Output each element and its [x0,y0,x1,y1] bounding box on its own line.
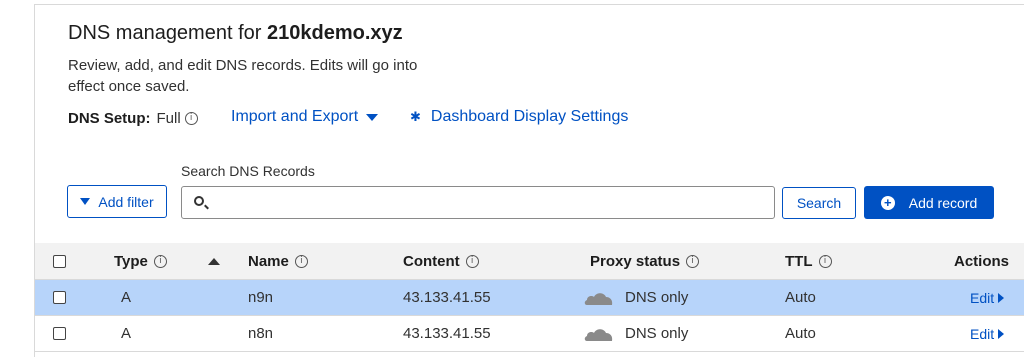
cloud-icon [584,292,613,305]
plus-circle-icon: + [880,195,895,210]
column-header-ttl[interactable]: TTL i [785,243,832,279]
record-name: n9n [248,289,274,306]
row-checkbox[interactable] [53,316,66,351]
info-icon[interactable]: i [184,111,198,125]
search-label: Search DNS Records [181,163,315,179]
column-header-type[interactable]: Type i [114,243,167,279]
record-ttl: Auto [785,289,816,306]
table-header-row: Type i Name i Content i Proxy status i TTL i … [35,243,1024,280]
record-name: n8n [248,325,274,342]
dns-setup-label: DNS Setup: [68,109,151,127]
column-header-actions: Actions [953,252,1009,270]
add-record-label: Add record [908,194,978,211]
column-header-content[interactable]: Content i [403,243,479,279]
page-description: Review, add, and edit DNS records. Edits… [68,57,418,95]
chevron-right-icon [998,292,1005,303]
record-ttl: Auto [785,325,816,342]
search-box[interactable] [181,186,775,219]
search-input[interactable] [214,187,764,218]
info-icon[interactable]: i [294,254,308,268]
search-icon [194,196,204,206]
edit-link[interactable]: Edit [970,280,1005,315]
record-type: A [121,325,132,342]
edit-link[interactable]: Edit [970,316,1005,351]
chevron-right-icon [998,328,1005,339]
caret-down-icon [366,113,379,121]
info-icon[interactable]: i [153,254,167,268]
info-icon[interactable]: i [818,254,832,268]
add-filter-label: Add filter [98,193,154,210]
dns-setup-value: Full [156,109,181,127]
dns-setup-row: DNS Setup: Full i [68,108,198,128]
row-checkbox[interactable] [53,280,66,315]
info-icon[interactable]: i [465,254,479,268]
record-content: 43.133.41.55 [403,325,491,342]
import-export-label: Import and Export [231,108,359,125]
table-row[interactable]: A n8n 43.133.41.55 DNS only Auto Edit [35,316,1024,352]
gear-icon: ✱ [410,109,421,124]
dashboard-display-settings-link[interactable]: ✱ Dashboard Display Settings [410,108,628,126]
select-all-checkbox[interactable] [53,243,66,279]
add-record-button[interactable]: + Add record [864,186,994,219]
column-header-proxy-status[interactable]: Proxy status i [590,243,700,279]
proxy-status: DNS only [583,316,688,351]
column-header-name[interactable]: Name i [248,243,308,279]
dashboard-settings-label: Dashboard Display Settings [430,108,629,125]
page-title: DNS management for 210kdemo.xyz [68,22,403,44]
sort-ascending-icon[interactable] [208,243,220,279]
import-export-dropdown[interactable]: Import and Export [231,108,379,126]
record-content: 43.133.41.55 [403,289,491,306]
domain-name: 210kdemo.xyz [266,22,403,44]
info-icon[interactable]: i [686,254,700,268]
search-button[interactable]: Search [782,187,856,219]
dns-records-table: Type i Name i Content i Proxy status i TTL i … [35,243,1024,352]
add-filter-button[interactable]: Add filter [67,185,167,218]
proxy-status: DNS only [583,280,688,315]
cloud-icon [584,328,613,341]
filter-icon [80,198,91,205]
record-type: A [121,289,132,306]
table-row[interactable]: A n9n 43.133.41.55 DNS only Auto Edit [35,280,1024,316]
